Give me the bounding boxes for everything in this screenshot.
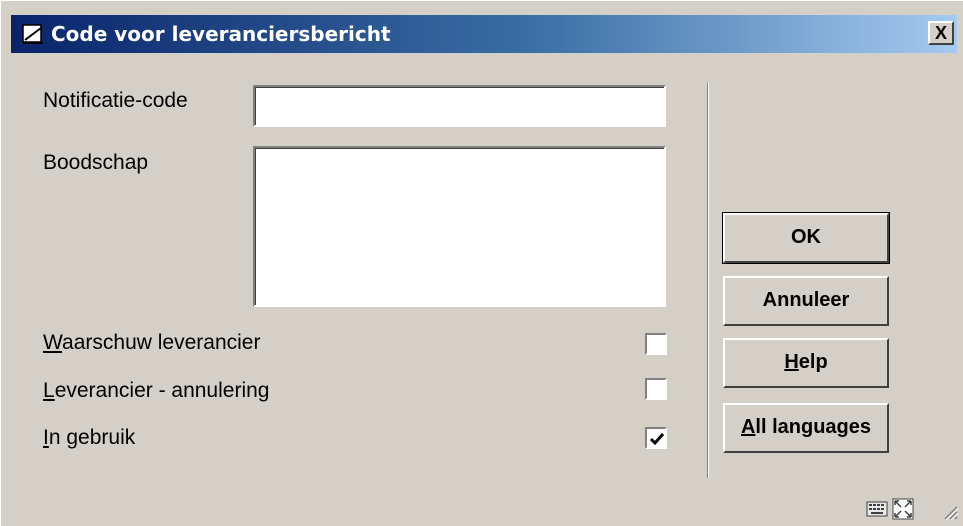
notification-code-input[interactable] — [253, 85, 666, 127]
edit-document-icon — [21, 23, 45, 45]
supplier-cancel-checkbox[interactable] — [645, 378, 667, 400]
size-grip-icon[interactable] — [941, 503, 959, 526]
cancel-button[interactable]: Annuleer — [723, 276, 889, 326]
message-textarea[interactable] — [253, 146, 666, 307]
close-icon: X — [934, 23, 947, 43]
notification-code-label: Notificatie-code — [43, 89, 188, 112]
keyboard-icon[interactable] — [866, 498, 888, 523]
in-use-checkbox[interactable] — [645, 427, 667, 449]
warn-supplier-checkbox[interactable] — [645, 333, 667, 355]
window-title: Code voor leveranciersbericht — [51, 22, 391, 46]
supplier-cancel-label: Leverancier - annulering — [43, 379, 270, 402]
help-button[interactable]: Help — [723, 338, 889, 388]
all-languages-button[interactable]: All languages — [723, 403, 889, 453]
message-label: Boodschap — [43, 151, 149, 174]
in-use-label: In gebruik — [43, 426, 136, 449]
warn-supplier-label: Waarschuw leverancier — [43, 331, 261, 354]
close-button[interactable]: X — [928, 21, 954, 45]
checkmark-icon — [649, 433, 665, 446]
vertical-separator — [707, 83, 709, 478]
dialog-window: Code voor leveranciersbericht X Notifica… — [0, 0, 963, 526]
resize-icon[interactable] — [892, 498, 914, 525]
ok-button[interactable]: OK — [722, 212, 890, 264]
title-bar[interactable]: Code voor leveranciersbericht X — [11, 15, 957, 53]
